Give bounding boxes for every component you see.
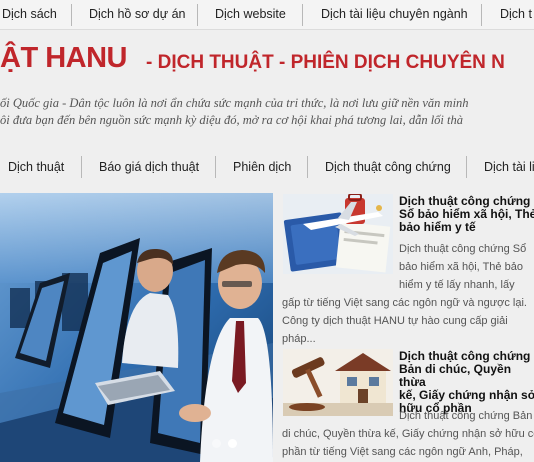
site-header: ẬT HANU - DỊCH THUẬT - PHIÊN DỊCH CHUYÊN… xyxy=(0,36,534,86)
article-title-line: bảo hiểm y tế xyxy=(399,220,476,234)
article-excerpt-line: Dịch thuật công chứng Sổ xyxy=(399,243,527,255)
top-nav-item-dich-sach[interactable]: Dịch sách xyxy=(2,0,57,29)
top-nav-divider xyxy=(481,4,482,26)
article-excerpt-line: gấp từ tiếng Việt sang các ngôn ngữ và n… xyxy=(282,297,527,309)
slider-dot[interactable] xyxy=(212,439,221,448)
hero-office-image xyxy=(0,193,273,462)
hero-slider[interactable] xyxy=(0,193,273,462)
article-excerpt: Dịch thuật công chứng Bản di chúc, Quyền… xyxy=(282,407,534,461)
main-nav-divider xyxy=(307,156,308,178)
article-excerpt-line: hiểm y tế lấy nhanh, lấy xyxy=(399,279,515,291)
top-nav-divider xyxy=(302,4,303,26)
article-excerpt-line: pháp... xyxy=(282,333,316,345)
article-excerpt-line: phần từ tiếng Việt sang các ngôn ngữ Anh… xyxy=(282,446,523,458)
site-logo-text[interactable]: ẬT HANU xyxy=(0,42,128,75)
house-gavel-image xyxy=(283,349,393,416)
site-tagline: - DỊCH THUẬT - PHIÊN DỊCH CHUYÊN N xyxy=(146,52,505,73)
main-nav-divider xyxy=(215,156,216,178)
main-nav: Dịch thuật Báo giá dịch thuật Phiên dịch… xyxy=(0,152,534,182)
article-excerpt-line: bảo hiểm xã hội, Thẻ bảo xyxy=(399,261,523,273)
top-nav: Dịch sách Dịch hồ sơ dự án Dịch website … xyxy=(0,0,534,30)
article-excerpt-line: Dịch thuật công chứng Bản xyxy=(399,410,533,422)
top-nav-item-ho-so-du-an[interactable]: Dịch hồ sơ dự án xyxy=(89,0,185,29)
article-excerpt-line: Công ty dịch thuật HANU tự hào cung cấp … xyxy=(282,315,508,327)
article-title-line: Bản di chúc, Quyền thừa xyxy=(399,362,512,389)
main-nav-item-phien-dich[interactable]: Phiên dịch xyxy=(233,152,291,182)
article-thumbnail-house[interactable] xyxy=(283,349,393,416)
main-nav-divider xyxy=(466,156,467,178)
article-excerpt: Dịch thuật công chứng Sổ bảo hiểm xã hội… xyxy=(282,240,534,348)
top-nav-item-more[interactable]: Dịch t xyxy=(500,0,532,29)
article-title[interactable]: Dịch thuật công chứng Sổ bảo hiểm xã hội… xyxy=(399,195,534,234)
header-quote-line: ôi đưa bạn đến bên nguồn sức mạnh kỳ diệ… xyxy=(0,113,463,127)
main-nav-item-bao-gia[interactable]: Báo giá dịch thuật xyxy=(99,152,199,182)
main-nav-item-tai-lieu[interactable]: Dịch tài li xyxy=(484,152,534,182)
top-nav-item-tai-lieu[interactable]: Dịch tài liệu chuyên ngành xyxy=(321,0,468,29)
top-nav-item-website[interactable]: Dịch website xyxy=(215,0,286,29)
header-quote-line: ối Quốc gia - Dân tộc luôn là nơi ẩn chứ… xyxy=(0,96,469,110)
top-nav-divider xyxy=(197,4,198,26)
main-nav-item-dich-thuat[interactable]: Dịch thuật xyxy=(8,152,64,182)
slider-dot-active[interactable] xyxy=(228,439,237,448)
article-excerpt-line: di chúc, Quyền thừa kế, Giấy chứng nhận … xyxy=(282,428,534,440)
top-nav-divider xyxy=(71,4,72,26)
article-title[interactable]: Dịch thuật công chứng Bản di chúc, Quyền… xyxy=(399,350,534,415)
main-nav-item-cong-chung[interactable]: Dịch thuật công chứng xyxy=(325,152,451,182)
main-nav-divider xyxy=(81,156,82,178)
